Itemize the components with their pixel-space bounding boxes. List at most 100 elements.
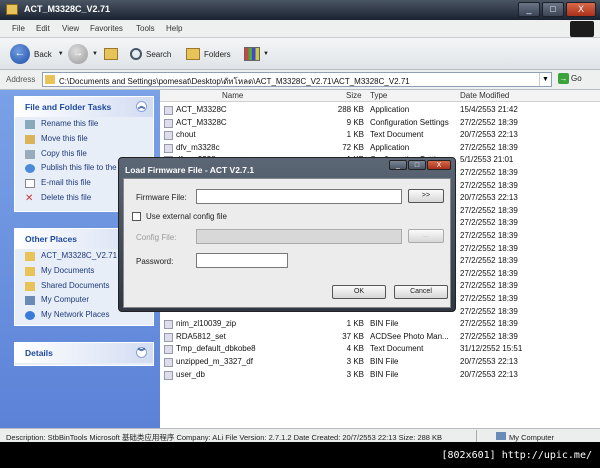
file-row[interactable]: unzipped_m_3327_df 3 KB BIN File 20/7/2553 … (160, 356, 600, 369)
documents-folder-icon (25, 266, 35, 276)
file-icon (164, 370, 173, 380)
use-external-config-checkbox[interactable] (132, 212, 141, 221)
toolbar: ← Back ▼ → ▼ Search Folders ▼ (0, 38, 600, 70)
dialog-close-button[interactable]: X (427, 160, 451, 170)
config-file-input[interactable] (196, 229, 402, 244)
task-label: Rename this file (41, 119, 99, 128)
cancel-button[interactable]: Cancel (394, 285, 448, 299)
computer-icon (25, 296, 35, 306)
file-date: 15/4/2553 21:42 (460, 105, 518, 114)
chevron-down-icon[interactable]: ▼ (539, 73, 551, 86)
folders-button[interactable]: Folders (186, 45, 231, 63)
panel-title: File and Folder Tasks (25, 102, 112, 112)
file-date: 27/2/2552 18:39 (460, 294, 518, 303)
move-icon (25, 134, 35, 144)
file-name: RDA5812_set (176, 331, 226, 341)
file-name: Tmp_default_dbkobe8 (176, 344, 256, 354)
file-icon (164, 131, 173, 141)
file-row[interactable]: dfv_m3328c 72 KB Application 27/2/2552 18:3… (160, 142, 600, 155)
column-date[interactable]: Date Modified (460, 91, 509, 100)
file-type: Text Document (370, 344, 424, 354)
panel-header[interactable]: Details ︾ (15, 343, 153, 363)
close-button[interactable]: X (566, 2, 596, 17)
file-date: 31/12/2552 15:51 (460, 344, 523, 354)
status-bar: Description: StbBinTools Microsoft 基础类应用… (0, 428, 600, 442)
task-move[interactable]: Move this file (15, 132, 153, 147)
firmware-browse-button[interactable]: >> (408, 189, 444, 203)
panel-header[interactable]: File and Folder Tasks ︽ (15, 97, 153, 117)
file-row[interactable]: user_db 3 KB BIN File 20/7/2553 22:13 (160, 369, 600, 382)
expand-icon[interactable]: ︾ (136, 347, 147, 358)
search-button[interactable]: Search (130, 45, 171, 63)
explorer-window: ACT_M3328C_V2.71 _ □ X File Edit View Fa… (0, 0, 600, 468)
place-label: My Computer (41, 295, 90, 305)
menu-favorites[interactable]: Favorites (90, 24, 123, 33)
rename-icon (25, 120, 35, 129)
use-external-config-label[interactable]: Use external config file (146, 212, 227, 221)
menu-help[interactable]: Help (166, 24, 182, 33)
chevron-down-icon[interactable]: ▼ (92, 51, 98, 57)
menu-edit[interactable]: Edit (36, 24, 50, 33)
config-file-label: Config File: (136, 233, 177, 242)
file-date: 5/1/2553 21:01 (460, 155, 514, 165)
config-browse-button[interactable]: ... (408, 229, 444, 243)
file-row[interactable]: RDA5812_set 37 KB ACDSee Photo Man... 27/2/… (160, 331, 600, 344)
file-date: 27/2/2552 18:39 (460, 142, 518, 152)
copy-icon (25, 149, 35, 159)
folder-icon (25, 252, 35, 261)
chevron-down-icon[interactable]: ▼ (58, 51, 64, 57)
file-icon (164, 358, 173, 367)
file-date: 20/7/2553 22:13 (460, 193, 518, 203)
file-date: 27/2/2552 18:39 (460, 319, 518, 329)
go-label: Go (571, 74, 582, 83)
file-date: 27/2/2552 18:39 (460, 117, 518, 127)
status-location-label: My Computer (509, 433, 555, 442)
menu-tools[interactable]: Tools (136, 24, 155, 33)
address-path: C:\Documents and Settings\pomesat\Deskto… (59, 77, 410, 86)
file-date: 27/2/2552 18:39 (460, 331, 518, 341)
file-row[interactable]: nim_zl10039_zip 1 KB BIN File 27/2/2552 18:… (160, 318, 600, 331)
file-size: 9 KB (346, 117, 364, 127)
file-icon (164, 143, 173, 153)
menu-file[interactable]: File (12, 24, 25, 33)
dialog-minimize-button[interactable]: _ (389, 160, 407, 170)
column-headers: Name Size Type Date Modified (160, 90, 600, 102)
column-size[interactable]: Size (346, 91, 362, 100)
firmware-file-label: Firmware File: (136, 193, 187, 202)
file-row[interactable]: ACT_M3328C 288 KB Application 15/4/2553 21:… (160, 104, 600, 117)
up-folder-button[interactable] (104, 45, 118, 63)
file-type: Application (370, 105, 410, 114)
firmware-file-input[interactable] (196, 189, 402, 204)
address-input[interactable]: C:\Documents and Settings\pomesat\Deskto… (42, 72, 552, 87)
image-footer: [802x601] http://upic.me/ (0, 442, 600, 468)
file-icon (164, 118, 173, 128)
ok-button[interactable]: OK (332, 285, 386, 299)
file-type: BIN File (370, 369, 399, 379)
file-type: Application (370, 142, 410, 152)
collapse-icon[interactable]: ︽ (136, 101, 147, 112)
views-button[interactable]: ▼ (244, 45, 269, 63)
menu-bar: File Edit View Favorites Tools Help (0, 20, 600, 38)
menu-view[interactable]: View (62, 24, 79, 33)
password-input[interactable] (196, 253, 288, 268)
folders-label: Folders (204, 49, 231, 59)
task-label: Copy this file (41, 148, 87, 158)
file-name: nim_zl10039_zip (176, 319, 237, 329)
file-row[interactable]: Tmp_default_dbkobe8 4 KB Text Document 31/1… (160, 343, 600, 356)
task-rename[interactable]: Rename this file (15, 117, 153, 132)
file-size: 1 KB (346, 130, 364, 140)
file-row[interactable]: chout 1 KB Text Document 20/7/2553 22:13 (160, 129, 600, 142)
minimize-button[interactable]: _ (518, 2, 540, 17)
forward-button[interactable]: → ▼ (68, 44, 98, 64)
globe-icon (25, 164, 35, 174)
file-size: 3 KB (346, 369, 364, 379)
back-button[interactable]: ← Back ▼ (10, 44, 64, 64)
folder-icon (45, 75, 55, 84)
file-row[interactable]: ACT_M3328C 9 KB Configuration Settings 27/2… (160, 117, 600, 130)
file-type: BIN File (370, 357, 399, 366)
dialog-maximize-button[interactable]: □ (408, 160, 426, 170)
column-type[interactable]: Type (370, 91, 387, 100)
go-button[interactable]: → Go (558, 73, 582, 84)
column-name[interactable]: Name (222, 91, 243, 100)
maximize-button[interactable]: □ (542, 2, 564, 17)
